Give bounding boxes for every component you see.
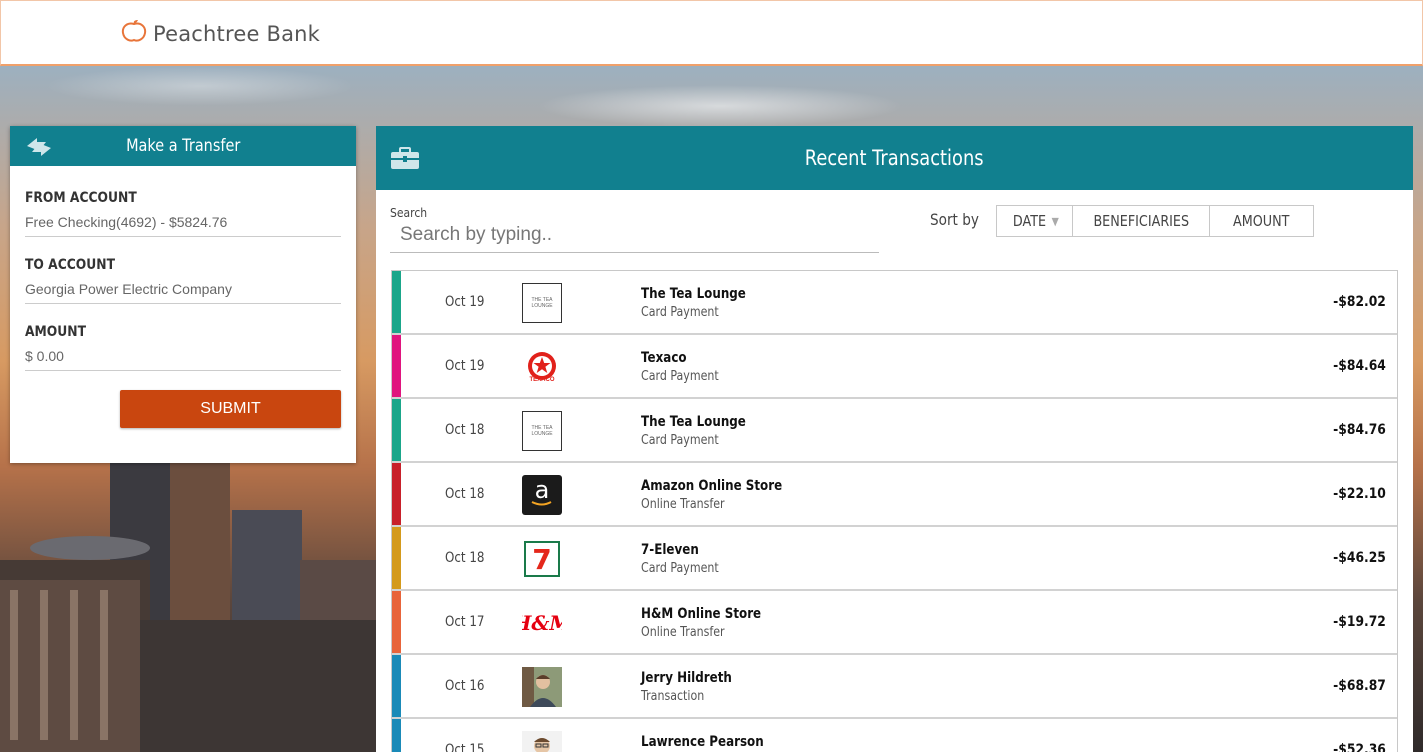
background-city-skyline — [0, 440, 376, 752]
transfer-header: Make a Transfer — [10, 126, 356, 166]
brand[interactable]: Peachtree Bank — [121, 19, 320, 48]
transaction-type: Card Payment — [641, 561, 719, 576]
transaction-amount: -$52.36 — [1333, 742, 1386, 752]
category-color-bar — [392, 527, 401, 589]
search-label: Search — [390, 206, 428, 220]
merchant-name: Lawrence Pearson — [641, 734, 764, 750]
category-color-bar — [392, 655, 401, 717]
sort-options: DATE ▼ BENEFICIARIES AMOUNT — [996, 205, 1314, 237]
merchant-name: H&M Online Store — [641, 606, 762, 622]
transaction-amount: -$84.64 — [1333, 358, 1386, 374]
transaction-amount: -$68.87 — [1333, 678, 1386, 694]
person-photo — [522, 731, 562, 752]
texaco-logo: TEXACO — [522, 347, 562, 387]
person-photo — [522, 667, 562, 707]
transaction-amount: -$22.10 — [1333, 486, 1386, 502]
transaction-row[interactable]: Oct 15 Lawrence Pearson Transaction -$52… — [392, 719, 1397, 752]
transaction-row[interactable]: Oct 18 7 7-Eleven Card Payment -$46.25 — [392, 527, 1397, 591]
search-input[interactable] — [390, 220, 879, 253]
to-account-input[interactable]: Georgia Power Electric Company — [25, 273, 341, 304]
transaction-row[interactable]: Oct 16 Jerry Hildreth Transaction -$68.8… — [392, 655, 1397, 719]
transaction-amount: -$46.25 — [1333, 550, 1386, 566]
category-color-bar — [392, 591, 401, 653]
merchant-name: The Tea Lounge — [641, 286, 746, 302]
transaction-type: Online Transfer — [641, 497, 725, 512]
amount-label: AMOUNT — [25, 324, 86, 340]
sort-by-label: Sort by — [930, 210, 979, 229]
merchant-name: Jerry Hildreth — [641, 670, 732, 686]
transaction-date: Oct 15 — [445, 742, 485, 752]
transaction-row[interactable]: Oct 19 TEXACO Texaco Card Payment -$84.6… — [392, 335, 1397, 399]
category-color-bar — [392, 335, 401, 397]
sort-date-button[interactable]: DATE ▼ — [997, 206, 1073, 236]
peach-icon — [121, 19, 147, 48]
category-color-bar — [392, 271, 401, 333]
transactions-panel: Recent Transactions Search Sort by DATE … — [376, 126, 1413, 752]
transaction-date: Oct 19 — [445, 358, 485, 374]
brand-name: Peachtree Bank — [153, 21, 321, 46]
transfer-title: Make a Transfer — [125, 136, 241, 156]
transaction-amount: -$82.02 — [1333, 294, 1386, 310]
transaction-type: Card Payment — [641, 305, 719, 320]
transaction-date: Oct 19 — [445, 294, 485, 310]
top-header: Peachtree Bank — [0, 0, 1423, 66]
to-account-field: TO ACCOUNT Georgia Power Electric Compan… — [25, 257, 341, 304]
amazon-logo: a — [522, 475, 562, 515]
merchant-name: 7-Eleven — [641, 542, 699, 558]
sort-date-label: DATE — [1012, 212, 1046, 230]
transfer-arrows-icon — [24, 136, 54, 163]
transaction-row[interactable]: Oct 17 H&M H&M Online Store Online Trans… — [392, 591, 1397, 655]
transaction-type: Card Payment — [641, 433, 719, 448]
transaction-list: Oct 19 THE TEA LOUNGE The Tea Lounge Car… — [391, 270, 1398, 752]
transaction-row[interactable]: Oct 19 THE TEA LOUNGE The Tea Lounge Car… — [392, 271, 1397, 335]
transaction-date: Oct 16 — [445, 678, 485, 694]
submit-button[interactable]: SUBMIT — [120, 390, 341, 428]
amount-input[interactable]: $ 0.00 — [25, 340, 341, 371]
transaction-type: Card Payment — [641, 369, 719, 384]
transaction-amount: -$84.76 — [1333, 422, 1386, 438]
transaction-amount: -$19.72 — [1333, 614, 1386, 630]
merchant-name: Amazon Online Store — [641, 478, 783, 494]
transaction-type: Transaction — [641, 689, 705, 704]
category-color-bar — [392, 399, 401, 461]
caret-down-icon: ▼ — [1051, 214, 1059, 228]
sort-amount-label: AMOUNT — [1233, 212, 1290, 230]
amount-field: AMOUNT $ 0.00 — [25, 324, 341, 371]
briefcase-icon — [390, 146, 420, 175]
category-color-bar — [392, 463, 401, 525]
transaction-row[interactable]: Oct 18 a Amazon Online Store Online Tran… — [392, 463, 1397, 527]
tea-lounge-logo: THE TEA LOUNGE — [522, 283, 562, 323]
transaction-date: Oct 18 — [445, 486, 485, 502]
transactions-header: Recent Transactions — [376, 126, 1413, 190]
sort-beneficiaries-label: BENEFICIARIES — [1093, 212, 1189, 230]
from-account-input[interactable]: Free Checking(4692) - $5824.76 — [25, 206, 341, 237]
transaction-date: Oct 18 — [445, 550, 485, 566]
transfer-panel: Make a Transfer FROM ACCOUNT Free Checki… — [10, 126, 356, 463]
sort-amount-button[interactable]: AMOUNT — [1210, 206, 1313, 236]
hm-logo: H&M — [522, 603, 562, 643]
category-color-bar — [392, 719, 401, 752]
transaction-type: Online Transfer — [641, 625, 725, 640]
sort-beneficiaries-button[interactable]: BENEFICIARIES — [1073, 206, 1210, 236]
transaction-row[interactable]: Oct 18 THE TEA LOUNGE The Tea Lounge Car… — [392, 399, 1397, 463]
merchant-name: The Tea Lounge — [641, 414, 746, 430]
transactions-title: Recent Transactions — [805, 146, 984, 170]
from-account-label: FROM ACCOUNT — [25, 190, 137, 206]
search-field: Search — [390, 206, 879, 253]
transaction-date: Oct 18 — [445, 422, 485, 438]
transaction-date: Oct 17 — [445, 614, 485, 630]
merchant-name: Texaco — [641, 350, 687, 366]
7-eleven-logo: 7 — [522, 539, 562, 579]
from-account-field: FROM ACCOUNT Free Checking(4692) - $5824… — [25, 190, 341, 237]
to-account-label: TO ACCOUNT — [25, 257, 115, 273]
tea-lounge-logo: THE TEA LOUNGE — [522, 411, 562, 451]
